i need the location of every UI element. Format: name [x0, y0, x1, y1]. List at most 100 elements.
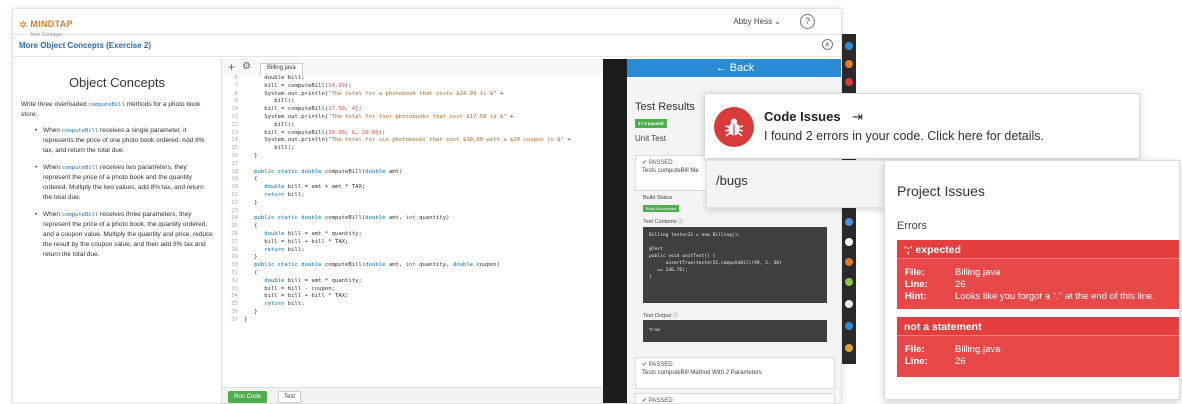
extension-icon[interactable]	[845, 278, 853, 286]
line-number: 29	[231, 254, 238, 261]
code-issues-popup[interactable]: Code Issues ⇥ I found 2 errors in your c…	[704, 93, 1140, 159]
extension-icon[interactable]	[845, 238, 853, 246]
error-file-row: File: Billing.java	[897, 267, 1179, 279]
test-case-2[interactable]: ✔ PASSED: Tests computeBill Method With …	[635, 357, 835, 389]
help-icon[interactable]: ?	[800, 14, 815, 29]
line-number: 25	[231, 223, 238, 230]
open-external-icon[interactable]: ⇥	[852, 109, 863, 125]
code-line[interactable]: 11 System.out.println("The total for fou…	[222, 114, 604, 122]
code-text: {	[244, 176, 258, 183]
code-text: return bill;	[264, 191, 305, 198]
code-line[interactable]: 37}	[222, 317, 604, 325]
code-text: double bill;	[244, 75, 305, 81]
extension-icon[interactable]	[845, 344, 853, 352]
code-line[interactable]: 29 }	[222, 254, 604, 262]
code-line[interactable]: 32 double bill = amt * quantity;	[222, 278, 604, 286]
code-area[interactable]: 6 double bill; 7 bill = computeBill(24.99…	[222, 75, 604, 387]
code-line[interactable]: 19 {	[222, 176, 604, 184]
line-number: 32	[231, 277, 238, 284]
code-line[interactable]: 12 bill);	[222, 122, 604, 130]
code-text: public static double computeBill(double …	[254, 168, 403, 175]
code-line[interactable]: 15 bill);	[222, 145, 604, 153]
close-icon[interactable]: ×	[822, 39, 833, 50]
line-number: 17	[231, 160, 238, 167]
code-line[interactable]: 9 bill);	[222, 98, 604, 106]
line-number: 15	[231, 145, 238, 152]
code-line[interactable]: 18 public static double computeBill(doub…	[222, 169, 604, 177]
code-line[interactable]: 10 bill = computeBill(17.50, 4);	[222, 106, 604, 114]
code-line[interactable]: 8 System.out.println("The total for a ph…	[222, 91, 604, 99]
code-line[interactable]: 20 double bill = amt + amt * TAX;	[222, 184, 604, 192]
code-line[interactable]: 24 public static double computeBill(doub…	[222, 215, 604, 223]
error-title: not a statement	[897, 317, 1179, 336]
add-file-icon[interactable]: +	[228, 60, 235, 74]
code-text: System.out.println("The total for six ph…	[244, 137, 571, 144]
code-text: bill = bill - coupon;	[244, 285, 335, 292]
code-issues-message[interactable]: I found 2 errors in your code. Click her…	[764, 129, 1044, 143]
code-text: return bill;	[264, 301, 305, 308]
check-icon: ✔	[642, 160, 648, 166]
code-line[interactable]: 31 {	[222, 270, 604, 278]
error-card[interactable]: not a statement File: Billing.java Line: 2…	[897, 317, 1179, 377]
code-line[interactable]: 35 return bill;	[222, 301, 604, 309]
code-text: double bill = amt * quantity;	[264, 277, 362, 284]
code-text: bill = bill + bill * TAX;	[244, 238, 349, 245]
code-line[interactable]: 16 }	[222, 153, 604, 161]
code-line[interactable]: 27 bill = bill + bill * TAX;	[222, 239, 604, 247]
code-line[interactable]: 13 bill = computeBill(10.00, 6, 20.00);	[222, 130, 604, 138]
code-text: System.out.println("The total for four p…	[244, 113, 514, 120]
gear-icon[interactable]: ⚙	[242, 61, 251, 72]
line-number: 9	[234, 98, 238, 105]
code-text: }	[244, 152, 258, 159]
item-text: When	[43, 164, 62, 171]
extension-icon[interactable]	[845, 78, 853, 86]
line-number: 35	[231, 301, 238, 308]
line-number: 12	[231, 121, 238, 128]
code-line[interactable]: 30 public static double computeBill(doub…	[222, 262, 604, 270]
code-line[interactable]: 26 double bill = amt * quantity;	[222, 231, 604, 239]
line-number: 19	[231, 176, 238, 183]
extension-icon[interactable]	[845, 258, 853, 266]
logo-mark-icon: ✲	[19, 20, 28, 31]
pass-label: PASSED:	[648, 398, 675, 404]
code-line[interactable]: 36 }	[222, 309, 604, 317]
pass-status: ✔ PASSED:	[642, 397, 828, 404]
file-value: Billing.java	[955, 344, 1001, 355]
code-line[interactable]: 7 bill = computeBill(24.99);	[222, 83, 604, 91]
code-line[interactable]: 33 bill = bill - coupon;	[222, 286, 604, 294]
code-line[interactable]: 25 {	[222, 223, 604, 231]
code-line[interactable]: 28 return bill;	[222, 247, 604, 255]
line-number: 14	[231, 137, 238, 144]
test-case-3[interactable]: ✔ PASSED:	[635, 393, 835, 404]
code-line[interactable]: 6 double bill;	[222, 75, 604, 83]
bug-icon	[714, 107, 754, 147]
test-button[interactable]: Test	[278, 391, 302, 403]
code-line[interactable]: 14 System.out.println("The total for six…	[222, 137, 604, 145]
intro-text: Write three overloaded	[21, 101, 89, 108]
back-button[interactable]: ← Back	[627, 59, 841, 77]
extension-icon[interactable]	[845, 42, 853, 50]
code-line[interactable]: 34 bill = bill + bill * TAX;	[222, 293, 604, 301]
user-menu[interactable]: Abby Hess ⌄	[733, 17, 781, 26]
code-text: bill);	[244, 98, 295, 105]
build-badge: Build Succeeded	[643, 205, 680, 212]
bugs-command-box[interactable]: /bugs	[706, 160, 888, 208]
list-item: When computeBill receives a single param…	[35, 126, 213, 156]
file-tab[interactable]: Billing.java	[260, 63, 303, 75]
line-number: 30	[231, 262, 238, 269]
extension-icon[interactable]	[845, 60, 853, 68]
extension-icon[interactable]	[845, 218, 853, 226]
test-code-block: Billing tester31 = new Billing(); @Test …	[643, 227, 827, 303]
error-card[interactable]: ';' expected File: Billing.java Line: 26 H…	[897, 240, 1179, 309]
code-text: bill = bill + bill * TAX;	[244, 293, 349, 300]
extension-icon[interactable]	[845, 300, 853, 308]
exercise-bar: More Object Concepts (Exercise 2) ×	[13, 35, 841, 57]
code-line[interactable]: 21 return bill;	[222, 192, 604, 200]
code-line[interactable]: 22 }	[222, 200, 604, 208]
line-number: 18	[231, 168, 238, 175]
extension-icon[interactable]	[845, 322, 853, 330]
code-line[interactable]: 23	[222, 208, 604, 216]
run-code-button[interactable]: Run Code	[228, 391, 268, 403]
code-line[interactable]: 17	[222, 161, 604, 169]
line-number: 7	[234, 82, 238, 89]
